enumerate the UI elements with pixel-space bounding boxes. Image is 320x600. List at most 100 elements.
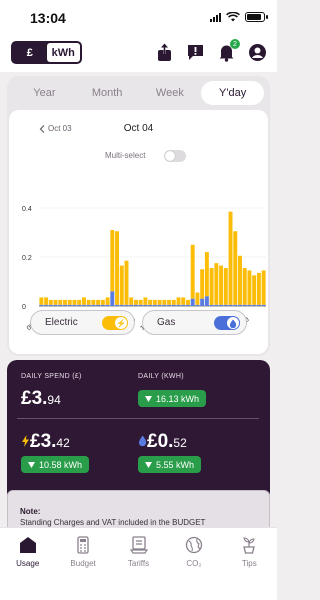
electric-bar[interactable] — [72, 299, 77, 305]
nav-budget[interactable]: Budget — [55, 528, 110, 578]
electric-bar[interactable] — [81, 297, 86, 305]
gas-bar[interactable] — [190, 298, 195, 306]
gas-bar[interactable] — [242, 304, 247, 306]
electric-bar[interactable] — [171, 299, 176, 305]
electric-bar[interactable] — [58, 299, 63, 305]
electric-bar[interactable] — [252, 275, 257, 305]
electric-bar[interactable] — [186, 299, 190, 305]
electric-bar[interactable] — [77, 299, 82, 305]
gas-bar[interactable] — [200, 298, 205, 306]
gas-bar[interactable] — [105, 304, 110, 306]
gas-bar[interactable] — [129, 304, 134, 306]
electric-bar[interactable] — [105, 297, 110, 305]
tab-week[interactable]: Week — [139, 81, 202, 105]
electric-bar[interactable] — [209, 268, 214, 305]
electric-bar[interactable] — [48, 299, 53, 305]
electric-bar[interactable] — [228, 211, 233, 305]
electric-bar[interactable] — [256, 272, 261, 305]
gas-bar[interactable] — [124, 304, 129, 306]
gas-bar[interactable] — [39, 304, 44, 306]
gas-bar[interactable] — [181, 304, 186, 306]
electric-bar[interactable] — [110, 230, 115, 292]
gas-bar[interactable] — [48, 304, 53, 306]
gas-bar[interactable] — [157, 304, 162, 306]
gas-bar[interactable] — [233, 304, 238, 306]
account-icon[interactable] — [248, 43, 267, 62]
gas-bar[interactable] — [256, 304, 261, 306]
electric-bar[interactable] — [167, 299, 172, 305]
gas-bar[interactable] — [115, 304, 119, 306]
unit-option-kwh[interactable]: kWh — [46, 43, 80, 62]
gas-bar[interactable] — [162, 304, 167, 306]
unit-toggle[interactable]: £ kWh — [11, 41, 82, 64]
gas-bar[interactable] — [204, 296, 209, 306]
electric-bar[interactable] — [181, 297, 186, 305]
gas-bar[interactable] — [152, 304, 157, 306]
electric-bar[interactable] — [190, 244, 195, 299]
gas-bar[interactable] — [72, 304, 77, 306]
gas-bar[interactable] — [86, 304, 91, 306]
electric-bar[interactable] — [133, 299, 138, 305]
gas-bar[interactable] — [77, 304, 82, 306]
gas-bar[interactable] — [143, 304, 148, 306]
electric-bar[interactable] — [261, 270, 266, 305]
electric-bar[interactable] — [176, 297, 181, 305]
electric-bar[interactable] — [204, 252, 209, 297]
gas-bar[interactable] — [195, 304, 200, 306]
electric-bar[interactable] — [152, 299, 157, 305]
gas-bar[interactable] — [44, 304, 49, 306]
gas-bar[interactable] — [81, 304, 86, 306]
gas-bar[interactable] — [167, 304, 172, 306]
gas-bar[interactable] — [238, 304, 242, 306]
gas-bar[interactable] — [261, 304, 266, 306]
electric-bar[interactable] — [119, 265, 124, 305]
tab-month[interactable]: Month — [76, 81, 139, 105]
gas-bar[interactable] — [96, 304, 101, 306]
electric-bar[interactable] — [247, 270, 252, 305]
electric-toggle[interactable]: ⚡ — [102, 316, 128, 330]
electric-bar[interactable] — [238, 255, 242, 305]
gas-bar[interactable] — [58, 304, 63, 306]
gas-bar[interactable] — [228, 304, 233, 306]
unit-option-pounds[interactable]: £ — [13, 43, 47, 62]
electric-bar[interactable] — [53, 299, 58, 305]
gas-bar[interactable] — [171, 304, 176, 306]
electric-bar[interactable] — [195, 292, 200, 305]
electric-bar[interactable] — [148, 299, 153, 305]
gas-filter[interactable]: Gas — [142, 310, 247, 335]
electric-bar[interactable] — [96, 299, 101, 305]
gas-bar[interactable] — [186, 304, 190, 306]
nav-tariffs[interactable]: Tariffs — [111, 528, 166, 578]
tab-yesterday[interactable]: Y'day — [201, 81, 264, 105]
nav-tips[interactable]: Tips — [222, 528, 277, 578]
gas-bar[interactable] — [67, 304, 72, 306]
electric-bar[interactable] — [91, 299, 96, 305]
gas-bar[interactable] — [119, 304, 124, 306]
electric-bar[interactable] — [162, 299, 167, 305]
electric-bar[interactable] — [219, 265, 224, 305]
electric-bar[interactable] — [129, 297, 134, 305]
electric-bar[interactable] — [143, 297, 148, 305]
gas-bar[interactable] — [214, 304, 219, 306]
electric-bar[interactable] — [200, 269, 205, 299]
gas-bar[interactable] — [176, 304, 181, 306]
notifications-icon[interactable]: 2 — [217, 39, 240, 62]
tab-year[interactable]: Year — [13, 81, 76, 105]
electric-bar[interactable] — [214, 263, 219, 305]
gas-bar[interactable] — [91, 304, 96, 306]
electric-bar[interactable] — [242, 268, 247, 305]
gas-bar[interactable] — [53, 304, 58, 306]
gas-toggle[interactable] — [214, 316, 240, 330]
gas-bar[interactable] — [138, 304, 143, 306]
usage-content[interactable]: Year Month Week Y'day Oct 03 Oct 04 Mult… — [0, 72, 277, 527]
gas-bar[interactable] — [209, 304, 214, 306]
nav-co2[interactable]: CO₂ — [166, 528, 221, 578]
electric-bar[interactable] — [157, 299, 162, 305]
feedback-icon[interactable] — [186, 43, 205, 62]
gas-bar[interactable] — [148, 304, 153, 306]
share-icon[interactable] — [155, 43, 174, 62]
gas-bar[interactable] — [100, 304, 105, 306]
gas-bar[interactable] — [247, 304, 252, 306]
gas-bar[interactable] — [133, 304, 138, 306]
gas-bar[interactable] — [252, 304, 257, 306]
